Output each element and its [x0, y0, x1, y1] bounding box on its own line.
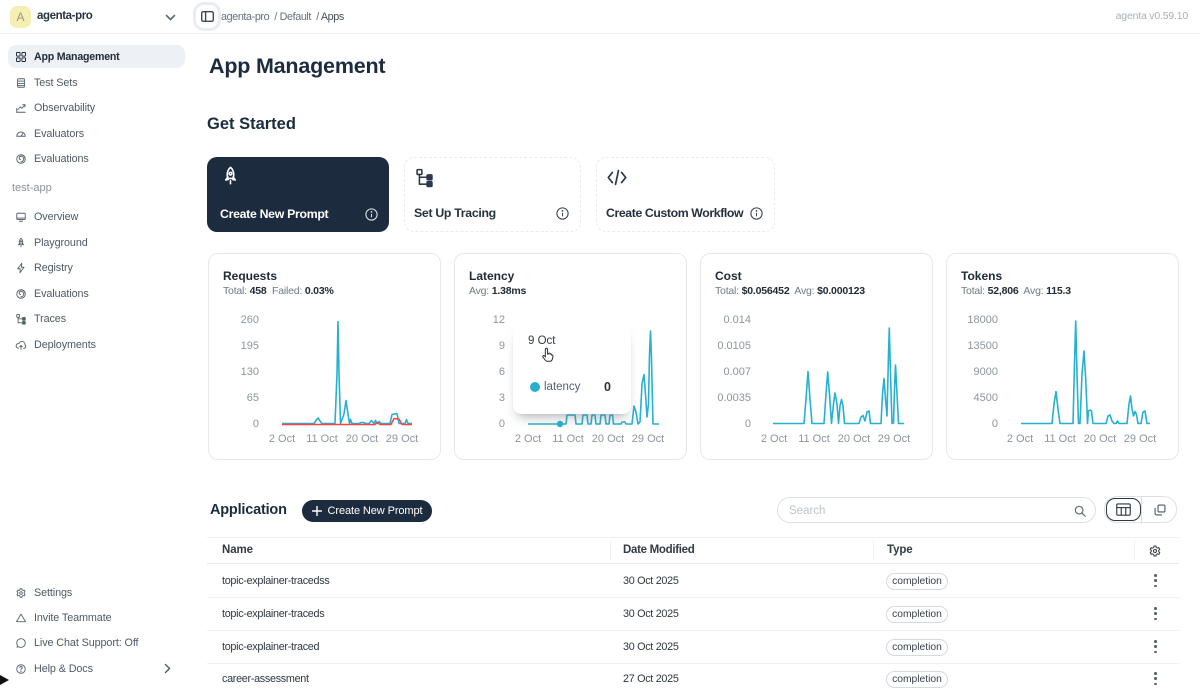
svg-text:11 Oct: 11 Oct: [798, 433, 830, 445]
svg-text:0.0105: 0.0105: [717, 340, 751, 352]
svg-text:130: 130: [241, 366, 259, 378]
svg-text:18000: 18000: [967, 314, 998, 326]
svg-text:2 Oct: 2 Oct: [761, 433, 787, 445]
svg-text:3: 3: [499, 392, 505, 404]
svg-text:0: 0: [253, 418, 259, 430]
svg-text:20 Oct: 20 Oct: [1084, 433, 1116, 445]
svg-text:12: 12: [493, 314, 505, 326]
svg-text:0.014: 0.014: [723, 314, 751, 326]
svg-text:9: 9: [499, 340, 505, 352]
svg-text:65: 65: [247, 392, 259, 404]
svg-text:0.0035: 0.0035: [717, 392, 751, 404]
svg-text:29 Oct: 29 Oct: [386, 433, 418, 445]
svg-text:11 Oct: 11 Oct: [1044, 433, 1076, 445]
svg-text:20 Oct: 20 Oct: [838, 433, 870, 445]
svg-text:2 Oct: 2 Oct: [269, 433, 295, 445]
svg-text:29 Oct: 29 Oct: [1124, 433, 1156, 445]
svg-text:20 Oct: 20 Oct: [592, 433, 624, 445]
svg-text:13500: 13500: [967, 340, 998, 352]
svg-text:29 Oct: 29 Oct: [632, 433, 664, 445]
svg-text:29 Oct: 29 Oct: [878, 433, 910, 445]
svg-text:2 Oct: 2 Oct: [515, 433, 541, 445]
svg-text:0.007: 0.007: [723, 366, 751, 378]
svg-text:195: 195: [241, 340, 259, 352]
svg-text:4500: 4500: [974, 392, 998, 404]
svg-text:9000: 9000: [974, 366, 998, 378]
svg-text:2 Oct: 2 Oct: [1007, 433, 1033, 445]
svg-text:6: 6: [499, 366, 505, 378]
svg-text:11 Oct: 11 Oct: [306, 433, 338, 445]
svg-text:0: 0: [992, 418, 998, 430]
svg-text:11 Oct: 11 Oct: [552, 433, 584, 445]
svg-text:260: 260: [241, 314, 259, 326]
svg-text:0: 0: [745, 418, 751, 430]
svg-text:20 Oct: 20 Oct: [346, 433, 378, 445]
svg-text:0: 0: [499, 418, 505, 430]
